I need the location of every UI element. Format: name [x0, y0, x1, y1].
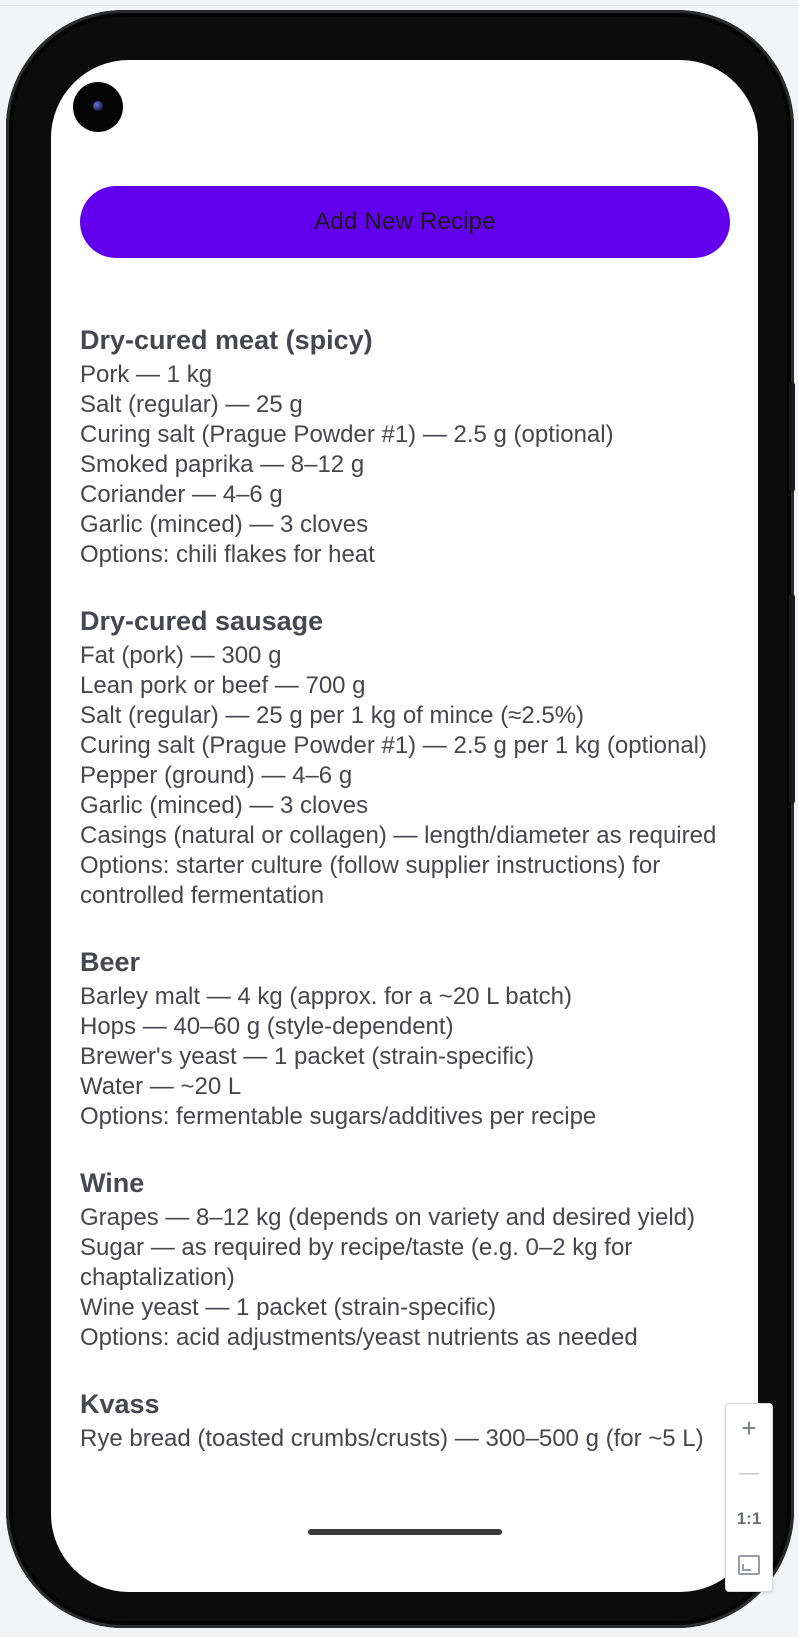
camera-lens-icon [93, 101, 103, 111]
recipe-card: Dry-cured sausage Fat (pork) — 300 g Lean … [80, 601, 740, 911]
recipe-card: Dry-cured meat (spicy) Pork — 1 kg Salt (r… [80, 320, 740, 570]
recipe-ingredient-line: Casings (natural or collagen) — length/d… [80, 822, 717, 849]
recipe-ingredient-line: Curing salt (Prague Powder #1) — 2.5 g (… [80, 421, 614, 448]
recipe-ingredient-line: Pork — 1 kg [80, 361, 213, 388]
recipe-ingredient-line: Wine yeast — 1 packet (strain-specific) [80, 1294, 497, 1321]
recipe-title: Dry-cured meat (spicy) [80, 325, 373, 355]
recipe-ingredient-line: Garlic (minced) — 3 cloves [80, 792, 369, 819]
fit-screen-icon [738, 1555, 760, 1575]
recipe-ingredient-line: Salt (regular) — 25 g [80, 391, 303, 418]
zoom-out-button[interactable]: — [726, 1450, 772, 1496]
plus-icon: + [741, 1412, 757, 1443]
recipe-ingredient-line: Coriander — 4–6 g [80, 481, 283, 508]
home-indicator[interactable] [308, 1529, 502, 1535]
recipe-ingredient-line: Options: chili flakes for heat [80, 541, 375, 568]
recipe-title: Beer [80, 947, 141, 977]
recipe-title: Wine [80, 1168, 145, 1198]
recipe-ingredient-line: Options: fermentable sugars/additives pe… [80, 1103, 597, 1130]
recipe-ingredient-line: Curing salt (Prague Powder #1) — 2.5 g p… [80, 732, 707, 759]
add-new-recipe-button[interactable]: Add New Recipe [80, 186, 730, 258]
recipe-ingredient-line: Brewer's yeast — 1 packet (strain-specif… [80, 1043, 535, 1070]
recipe-ingredient-line: Hops — 40–60 g (style-dependent) [80, 1013, 454, 1040]
front-camera [73, 82, 123, 132]
recipe-ingredient-line: Pepper (ground) — 4–6 g [80, 762, 353, 789]
recipe-ingredient-line: Fat (pork) — 300 g [80, 642, 282, 669]
minus-icon: — [739, 1461, 759, 1484]
recipe-ingredient-line: Barley malt — 4 kg (approx. for a ~20 L … [80, 983, 573, 1010]
recipe-ingredient-line: Grapes — 8–12 kg (depends on variety and… [80, 1204, 696, 1231]
recipe-ingredient-line: Lean pork or beef — 700 g [80, 672, 366, 699]
recipe-title: Dry-cured sausage [80, 606, 324, 636]
zoom-controls: + — 1:1 [725, 1403, 773, 1592]
recipe-ingredient-line: Salt (regular) — 25 g per 1 kg of mince … [80, 702, 585, 729]
phone-frame: Add New Recipe Dry-cured meat (spicy) Por… [6, 10, 795, 1628]
phone-screen: Add New Recipe Dry-cured meat (spicy) Por… [51, 60, 758, 1592]
recipe-ingredient-line: Rye bread (toasted crumbs/crusts) — 300–… [80, 1425, 704, 1452]
volume-button[interactable] [789, 594, 795, 804]
recipe-list: Dry-cured meat (spicy) Pork — 1 kg Salt (r… [80, 320, 740, 1485]
recipe-ingredient-line: Water — ~20 L [80, 1073, 242, 1100]
recipe-ingredient-line: Options: acid adjustments/yeast nutrient… [80, 1324, 638, 1351]
recipe-title: Kvass [80, 1389, 160, 1419]
zoom-in-button[interactable]: + [726, 1405, 772, 1451]
fit-to-screen-button[interactable] [726, 1542, 772, 1588]
recipe-card: Beer Barley malt — 4 kg (approx. for a ~2… [80, 942, 740, 1132]
background-top-line [0, 5, 798, 6]
recipe-ingredient-line: Options: starter culture (follow supplie… [80, 852, 661, 909]
recipe-card: Wine Grapes — 8–12 kg (depends on variety… [80, 1163, 740, 1353]
recipe-ingredient-line: Smoked paprika — 8–12 g [80, 451, 365, 478]
recipe-card: Kvass Rye bread (toasted crumbs/crusts) —… [80, 1384, 740, 1454]
recipe-ingredient-line: Garlic (minced) — 3 cloves [80, 511, 369, 538]
zoom-reset-button[interactable]: 1:1 [726, 1496, 772, 1542]
zoom-ratio-label: 1:1 [736, 1509, 762, 1528]
power-button[interactable] [789, 382, 795, 492]
recipe-ingredient-line: Sugar — as required by recipe/taste (e.g… [80, 1234, 633, 1291]
